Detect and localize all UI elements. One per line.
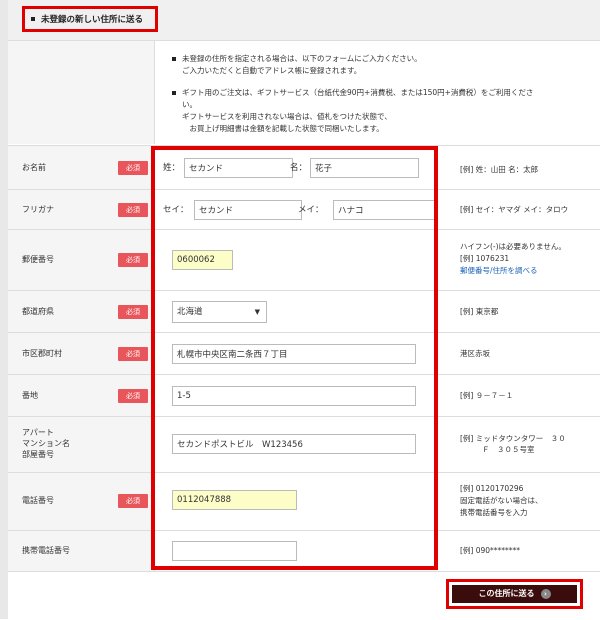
row-name: お名前 必須 姓： 名： [例] 姓：山田 名：太郎	[8, 145, 600, 190]
row-phone: 電話番号 必須 [例] 0120170296 固定電話がない場合は、 携帯電話番…	[8, 472, 600, 531]
mobile-phone-input[interactable]	[172, 541, 297, 561]
example-text: [例] ミッドタウンタワー ３０	[460, 434, 566, 443]
postal-lookup-link[interactable]: 郵便番号/住所を調べる	[460, 266, 538, 275]
sei-prefix: 姓：	[163, 163, 181, 173]
row-mobile: 携帯電話番号 [例] 090********	[8, 530, 600, 572]
submit-highlight: この住所に送る ›	[446, 579, 583, 609]
example-text: [例] 1076231	[460, 254, 510, 263]
field-label: 電話番号	[22, 496, 54, 505]
required-badge: 必須	[118, 305, 148, 319]
city-input[interactable]	[172, 344, 416, 364]
note-1-line-2: ご入力いただくと自動でアドレス帳に登録されます。	[182, 66, 362, 75]
example-text: [例] 東京都	[460, 307, 499, 316]
row-label-cell: 郵便番号 必須	[8, 230, 155, 291]
note-1: 未登録の住所を指定される場合は、以下のフォームにご入力ください。 ご入力いただく…	[172, 53, 422, 77]
example-text: [例] セイ：ヤマダ メイ：タロウ	[460, 205, 569, 214]
row-postal: 郵便番号 必須 ハイフン(-)は必要ありません。 [例] 1076231 郵便番…	[8, 229, 600, 291]
note-2-line-3: ギフトサービスを利用されない場合は、値札をつけた状態で、	[182, 112, 392, 121]
row-kana: フリガナ 必須 セイ： メイ： [例] セイ：ヤマダ メイ：タロウ	[8, 189, 600, 230]
note-2-line-2: い。	[182, 100, 197, 109]
arrow-right-icon: ›	[540, 588, 551, 599]
example-text: ハイフン(-)は必要ありません。	[460, 242, 566, 251]
row-street: 番地 必須 [例] ９－７－１	[8, 374, 600, 417]
example-text: [例] 090********	[460, 546, 521, 555]
note-2-line-4: お買上げ明細書は金額を記載した状態で同梱いたします。	[182, 124, 384, 133]
row-label-cell: お名前 必須	[8, 146, 155, 190]
field-label: 番地	[22, 391, 38, 400]
last-name-kana-input[interactable]	[194, 200, 302, 220]
address-form-page: 未登録の新しい住所に送る 未登録の住所を指定される場合は、以下のフォームにご入力…	[0, 0, 600, 619]
section-header: 未登録の新しい住所に送る	[8, 0, 600, 41]
bullet-square-icon	[172, 91, 176, 95]
field-label: 都道府県	[22, 307, 54, 316]
required-badge: 必須	[118, 347, 148, 361]
first-name-input[interactable]	[310, 158, 419, 178]
note-2-line-1: ギフト用のご注文は、ギフトサービス（台紙代金90円+消費税、または150円+消費…	[182, 88, 534, 97]
phone-input[interactable]	[172, 490, 297, 510]
mei-kana-prefix: メイ：	[298, 205, 324, 215]
postal-code-input[interactable]	[172, 250, 233, 270]
send-to-this-address-button[interactable]: この住所に送る ›	[452, 585, 577, 603]
required-badge: 必須	[118, 494, 148, 508]
sei-kana-prefix: セイ：	[163, 205, 189, 215]
field-label: マンション名	[22, 439, 70, 448]
postal-lookup-link-wrap: 郵便番号/住所を調べる	[460, 266, 538, 276]
row-label-cell: フリガナ 必須	[8, 190, 155, 230]
field-label: 市区郡町村	[22, 349, 62, 358]
row-label-cell: 携帯電話番号	[8, 531, 155, 572]
row-label-cell: 番地 必須	[8, 375, 155, 417]
notes-label-column	[8, 41, 155, 144]
field-label: 郵便番号	[22, 255, 54, 264]
row-building: アパート マンション名 部屋番号 [例] ミッドタウンタワー ３０ Ｆ ３０５号…	[8, 416, 600, 473]
section-title: 未登録の新しい住所に送る	[22, 6, 158, 32]
left-strip	[0, 0, 8, 619]
submit-label: この住所に送る	[478, 589, 535, 598]
row-prefecture: 都道府県 必須 北海道 ▼ [例] 東京都	[8, 290, 600, 333]
row-label-cell: 電話番号 必須	[8, 473, 155, 531]
example-text: [例] ９－７－１	[460, 391, 514, 400]
row-label-cell: 市区郡町村 必須	[8, 333, 155, 375]
first-name-kana-input[interactable]	[333, 200, 436, 220]
field-label: フリガナ	[22, 205, 54, 214]
building-input[interactable]	[172, 434, 416, 454]
example-text: 固定電話がない場合は、	[460, 496, 543, 505]
required-badge: 必須	[118, 253, 148, 267]
required-badge: 必須	[118, 389, 148, 403]
notes-block: 未登録の住所を指定される場合は、以下のフォームにご入力ください。 ご入力いただく…	[8, 41, 600, 144]
example-text: 携帯電話番号を入力	[460, 508, 528, 517]
street-input[interactable]	[172, 386, 416, 406]
field-label: 携帯電話番号	[22, 546, 70, 555]
bullet-square-icon	[31, 17, 35, 21]
example-text: Ｆ ３０５号室	[482, 445, 535, 454]
row-city: 市区郡町村 必須 港区赤坂	[8, 332, 600, 375]
field-label: お名前	[22, 163, 46, 172]
required-badge: 必須	[118, 203, 148, 217]
last-name-input[interactable]	[184, 158, 293, 178]
required-badge: 必須	[118, 161, 148, 175]
example-text: 港区赤坂	[460, 349, 490, 358]
field-label: アパート	[22, 428, 54, 437]
example-text: [例] 0120170296	[460, 484, 524, 493]
prefecture-select[interactable]: 北海道 ▼	[172, 301, 267, 323]
dropdown-caret-icon: ▼	[254, 308, 260, 316]
field-label: 部屋番号	[22, 450, 54, 459]
mei-prefix: 名：	[290, 163, 308, 173]
note-1-line-1: 未登録の住所を指定される場合は、以下のフォームにご入力ください。	[182, 54, 422, 63]
prefecture-selected: 北海道	[177, 307, 203, 317]
section-title-text: 未登録の新しい住所に送る	[41, 15, 144, 25]
row-label-cell: アパート マンション名 部屋番号	[8, 417, 155, 473]
example-text: [例] 姓：山田 名：太郎	[460, 165, 539, 174]
row-label-cell: 都道府県 必須	[8, 291, 155, 333]
note-2: ギフト用のご注文は、ギフトサービス（台紙代金90円+消費税、または150円+消費…	[172, 87, 533, 135]
bullet-square-icon	[172, 57, 176, 61]
